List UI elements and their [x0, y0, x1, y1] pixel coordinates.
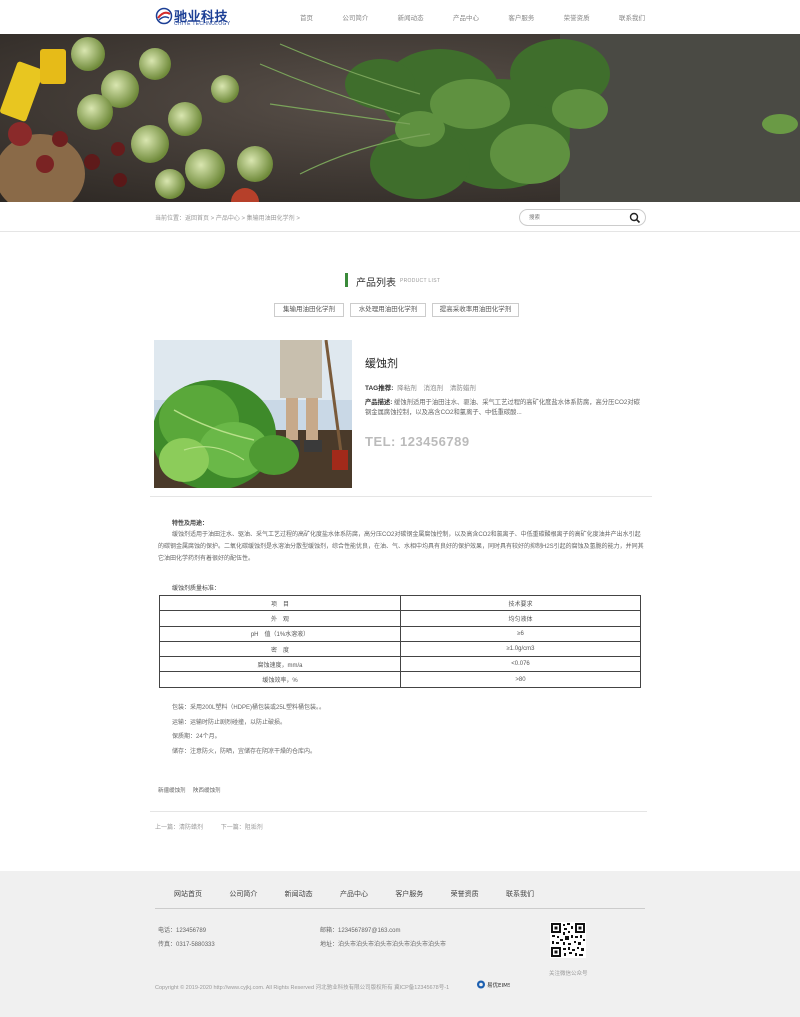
- prev-article-link[interactable]: 上一篇：清防蜡剂: [155, 825, 203, 831]
- prev-next-nav: 上一篇：清防蜡剂 下一篇：阻垢剂: [155, 822, 279, 831]
- article-notes: 包装：采用200L塑料（HDPE)桶包装或25L塑料桶包装。。 运输：运输时防止…: [172, 701, 325, 759]
- site-footer: 网站首页 公司简介 新闻动态 产品中心 客户服务 荣誉资质 联系我们 电话：12…: [0, 871, 800, 1017]
- footer-nav-honors[interactable]: 荣誉资质: [451, 889, 479, 899]
- qr-caption: 关注微信公众号: [549, 971, 588, 977]
- spec-table-title: 缓蚀剂质量标准：: [172, 586, 221, 592]
- product-description: 产品描述: 缓蚀剂适用于油田注水、驱油、采气工艺过程的高矿化度盐水体系防腐，高分…: [365, 398, 640, 418]
- nav-item-service[interactable]: 客户服务: [508, 12, 534, 24]
- nav-item-contact[interactable]: 联系我们: [619, 12, 645, 24]
- category-tabs: 集输用油田化学剂 水处理用油田化学剂 提高采收率用油田化学剂: [0, 303, 800, 318]
- desc-label: 产品描述:: [365, 399, 393, 406]
- logo[interactable]: 驰业科技 CHIYE TECHNOLOGY: [155, 6, 230, 28]
- section-accent-bar: [345, 273, 348, 287]
- table-cell: pH 值（1%水溶液）: [159, 625, 401, 642]
- nav-item-products[interactable]: 产品中心: [453, 12, 479, 24]
- category-tab-eor[interactable]: 提高采收率用油田化学剂: [432, 303, 519, 317]
- category-tab-gathering[interactable]: 集输用油田化学剂: [274, 303, 344, 317]
- logo-name-en: CHIYE TECHNOLOGY: [174, 21, 231, 27]
- note-shelf-life: 保质期：24个月。: [172, 734, 221, 740]
- logo-mark-icon: [155, 7, 173, 25]
- tag-link[interactable]: 清防蜡剂: [450, 385, 476, 392]
- footer-nav-about[interactable]: 公司简介: [229, 889, 257, 899]
- table-cell: <0.076: [400, 656, 641, 673]
- search-input[interactable]: [529, 213, 624, 223]
- breadcrumb[interactable]: 当前位置：返回首页 > 产品中心 > 集输用油田化学剂 >: [155, 213, 300, 222]
- table-row: 缓蚀效率，% >80: [159, 671, 641, 688]
- table-row: 外 观 均匀液体: [159, 610, 641, 627]
- article-paragraph: 缓蚀剂适用于油田注水、驱油、采气工艺过程的高矿化度盐水体系防腐，高分压CO2对碳…: [158, 532, 644, 562]
- footer-divider: [155, 908, 645, 909]
- wechat-qr-code-icon: [550, 922, 586, 958]
- banner-vegetables-image: [0, 34, 800, 202]
- nav-item-about[interactable]: 公司简介: [342, 12, 368, 24]
- table-cell: 均匀液体: [400, 610, 641, 627]
- footer-email: 邮箱：1234567897@163.com: [320, 928, 401, 934]
- nav-item-honors[interactable]: 荣誉资质: [564, 12, 590, 24]
- table-row: 密 度 ≥1.0g/cm3: [159, 640, 641, 658]
- table-cell: 腐蚀速度，mm/a: [159, 656, 401, 673]
- table-row: 腐蚀速度，mm/a <0.076: [159, 656, 641, 673]
- tag-label: TAG推荐:: [365, 385, 394, 392]
- breadcrumb-bar: 当前位置：返回首页 > 产品中心 > 集输用油田化学剂 >: [0, 202, 800, 232]
- table-row: 项 目 技术要求: [159, 594, 641, 612]
- next-article-link[interactable]: 下一篇：阻垢剂: [221, 825, 263, 831]
- table-cell: >80: [400, 671, 641, 688]
- note-packaging: 包装：采用200L塑料（HDPE)桶包装或25L塑料桶包装。。: [172, 705, 326, 711]
- footer-phone: 电话：123456789: [158, 928, 207, 934]
- footer-nav: 网站首页 公司简介 新闻动态 产品中心 客户服务 荣誉资质 联系我们: [174, 889, 534, 899]
- search-icon[interactable]: [629, 212, 641, 224]
- section-title-en: PRODUCT LIST: [400, 278, 441, 284]
- section-title-cn: 产品列表: [356, 278, 396, 289]
- article-heading: 特性及用途：: [172, 521, 209, 527]
- footer-nav-news[interactable]: 新闻动态: [285, 889, 313, 899]
- table-cell: 技术要求: [400, 594, 641, 612]
- product-name: 缓蚀剂: [365, 358, 398, 370]
- article-tag-link[interactable]: 陕西缓蚀剂: [193, 788, 221, 794]
- product-photo-lettuce: [154, 340, 352, 488]
- footer-nav-products[interactable]: 产品中心: [340, 889, 368, 899]
- table-row: pH 值（1%水溶液） ≥6: [159, 625, 641, 642]
- nav-item-home[interactable]: 首页: [300, 12, 313, 24]
- table-cell: 项 目: [159, 594, 401, 612]
- nav-item-news[interactable]: 新闻动态: [398, 12, 424, 24]
- category-tab-water-treatment[interactable]: 水处理用油田化学剂: [350, 303, 426, 317]
- note-storage: 储存：注意防火，防晒，宜储存在阴凉干燥的仓库内。: [172, 748, 317, 755]
- table-cell: 密 度: [159, 640, 401, 658]
- footer-nav-contact[interactable]: 联系我们: [506, 889, 534, 899]
- footer-address: 地址：泊头市泊头市泊头市泊头市泊头市泊头市: [320, 942, 447, 948]
- product-tags: TAG推荐: 降粘剂 消泡剂 清防蜡剂: [365, 382, 481, 392]
- site-header: 驰业科技 CHIYE TECHNOLOGY 首页 公司简介 新闻动态 产品中心 …: [0, 0, 800, 34]
- hero-banner: [0, 34, 800, 202]
- product-phone: TEL: 123456789: [365, 434, 470, 449]
- table-cell: 外 观: [159, 610, 401, 627]
- eims-badge[interactable]: 易优EIMS: [476, 979, 510, 990]
- table-cell: ≥6: [400, 625, 641, 642]
- copyright: Copyright © 2019-2020 http://www.cyjkj.c…: [155, 985, 450, 991]
- divider: [150, 811, 647, 812]
- search-box: [519, 209, 646, 226]
- article-tags: 新疆缓蚀剂 陕西缓蚀剂: [158, 786, 227, 794]
- note-transport: 运输：运输时防止剧烈碰撞，以防止破损。: [172, 719, 287, 726]
- footer-fax: 传真：0317-5880333: [158, 942, 215, 948]
- eims-badge-text: 易优EIMS: [487, 981, 510, 989]
- article-tag-link[interactable]: 新疆缓蚀剂: [158, 788, 186, 794]
- table-cell: 缓蚀效率，%: [159, 671, 401, 688]
- main-nav: 首页 公司简介 新闻动态 产品中心 客户服务 荣誉资质 联系我们: [300, 12, 645, 24]
- spec-table: 项 目 技术要求 外 观 均匀液体 pH 值（1%水溶液） ≥6 密 度 ≥1.…: [159, 594, 641, 688]
- footer-nav-home[interactable]: 网站首页: [174, 889, 202, 899]
- product-image[interactable]: [154, 340, 352, 488]
- table-cell: ≥1.0g/cm3: [400, 640, 641, 658]
- tag-link[interactable]: 消泡剂: [424, 385, 444, 392]
- footer-nav-service[interactable]: 客户服务: [395, 889, 423, 899]
- tag-link[interactable]: 降粘剂: [397, 385, 417, 392]
- divider: [150, 496, 652, 497]
- desc-text: 缓蚀剂适用于油田注水、驱油、采气工艺过程的高矿化度盐水体系防腐，高分压CO2对碳…: [365, 399, 640, 416]
